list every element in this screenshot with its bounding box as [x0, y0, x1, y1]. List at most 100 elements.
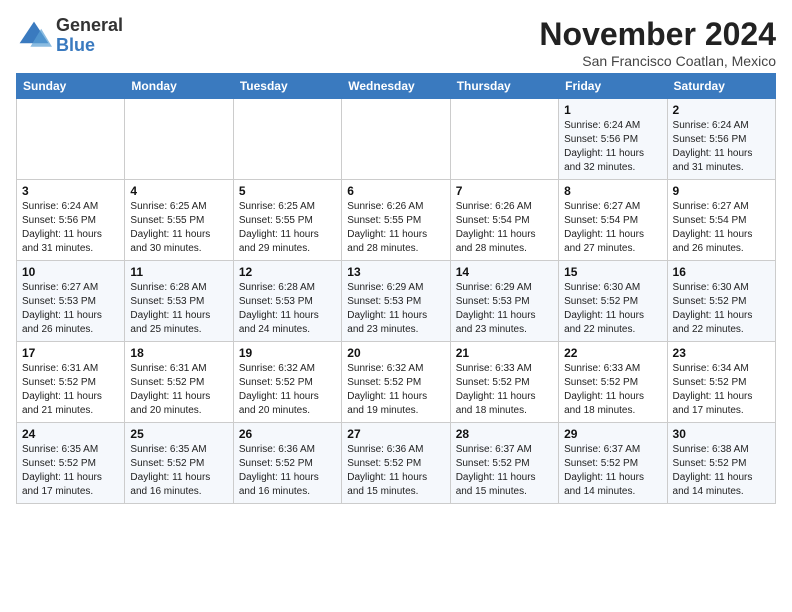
day-number: 19	[239, 346, 336, 360]
day-number: 27	[347, 427, 444, 441]
calendar-day-cell: 14 Sunrise: 6:29 AM Sunset: 5:53 PM Dayli…	[450, 261, 558, 342]
calendar-week-row: 1 Sunrise: 6:24 AM Sunset: 5:56 PM Daylig…	[17, 99, 776, 180]
day-info: Sunrise: 6:32 AM Sunset: 5:52 PM Dayligh…	[239, 362, 336, 418]
weekday-header: Friday	[559, 74, 667, 99]
calendar-day-cell: 19 Sunrise: 6:32 AM Sunset: 5:52 PM Dayli…	[233, 342, 341, 423]
calendar-day-cell: 3 Sunrise: 6:24 AM Sunset: 5:56 PM Daylig…	[17, 180, 125, 261]
calendar-day-cell: 12 Sunrise: 6:28 AM Sunset: 5:53 PM Dayli…	[233, 261, 341, 342]
day-number: 3	[22, 184, 119, 198]
day-number: 8	[564, 184, 661, 198]
day-number: 21	[456, 346, 553, 360]
location-title: San Francisco Coatlan, Mexico	[539, 53, 776, 69]
day-number: 1	[564, 103, 661, 117]
title-section: November 2024 San Francisco Coatlan, Mex…	[539, 16, 776, 69]
calendar-day-cell: 23 Sunrise: 6:34 AM Sunset: 5:52 PM Dayli…	[667, 342, 775, 423]
calendar-day-cell	[233, 99, 341, 180]
calendar-week-row: 17 Sunrise: 6:31 AM Sunset: 5:52 PM Dayli…	[17, 342, 776, 423]
calendar-day-cell: 10 Sunrise: 6:27 AM Sunset: 5:53 PM Dayli…	[17, 261, 125, 342]
logo-blue: Blue	[56, 36, 123, 56]
day-info: Sunrise: 6:29 AM Sunset: 5:53 PM Dayligh…	[456, 281, 553, 337]
weekday-header: Thursday	[450, 74, 558, 99]
calendar-day-cell: 4Sunrise: 6:25 AM Sunset: 5:55 PM Daylig…	[125, 180, 233, 261]
day-number: 5	[239, 184, 336, 198]
calendar-day-cell	[125, 99, 233, 180]
day-info: Sunrise: 6:28 AM Sunset: 5:53 PM Dayligh…	[130, 281, 227, 337]
calendar-day-cell: 21 Sunrise: 6:33 AM Sunset: 5:52 PM Dayli…	[450, 342, 558, 423]
calendar-day-cell: 18 Sunrise: 6:31 AM Sunset: 5:52 PM Dayli…	[125, 342, 233, 423]
weekday-header: Saturday	[667, 74, 775, 99]
day-number: 14	[456, 265, 553, 279]
day-number: 22	[564, 346, 661, 360]
day-number: 6	[347, 184, 444, 198]
day-info: Sunrise: 6:30 AM Sunset: 5:52 PM Dayligh…	[564, 281, 661, 337]
day-info: Sunrise: 6:27 AM Sunset: 5:53 PM Dayligh…	[22, 281, 119, 337]
day-number: 28	[456, 427, 553, 441]
page-header: General Blue November 2024 San Francisco…	[16, 16, 776, 69]
day-info: Sunrise: 6:26 AM Sunset: 5:54 PM Dayligh…	[456, 200, 553, 256]
calendar-table: SundayMondayTuesdayWednesdayThursdayFrid…	[16, 73, 776, 504]
day-number: 13	[347, 265, 444, 279]
day-number: 17	[22, 346, 119, 360]
day-number: 29	[564, 427, 661, 441]
calendar-day-cell: 15 Sunrise: 6:30 AM Sunset: 5:52 PM Dayli…	[559, 261, 667, 342]
calendar-week-row: 10 Sunrise: 6:27 AM Sunset: 5:53 PM Dayli…	[17, 261, 776, 342]
day-info: Sunrise: 6:38 AM Sunset: 5:52 PM Dayligh…	[673, 443, 770, 499]
calendar-day-cell: 6 Sunrise: 6:26 AM Sunset: 5:55 PM Daylig…	[342, 180, 450, 261]
month-title: November 2024	[539, 16, 776, 53]
calendar-day-cell: 13Sunrise: 6:29 AM Sunset: 5:53 PM Dayli…	[342, 261, 450, 342]
calendar-day-cell: 17 Sunrise: 6:31 AM Sunset: 5:52 PM Dayli…	[17, 342, 125, 423]
weekday-header: Wednesday	[342, 74, 450, 99]
day-number: 12	[239, 265, 336, 279]
day-info: Sunrise: 6:32 AM Sunset: 5:52 PM Dayligh…	[347, 362, 444, 418]
calendar-day-cell: 1 Sunrise: 6:24 AM Sunset: 5:56 PM Daylig…	[559, 99, 667, 180]
calendar-week-row: 24 Sunrise: 6:35 AM Sunset: 5:52 PM Dayli…	[17, 423, 776, 504]
day-number: 9	[673, 184, 770, 198]
day-number: 10	[22, 265, 119, 279]
calendar-day-cell	[17, 99, 125, 180]
day-info: Sunrise: 6:35 AM Sunset: 5:52 PM Dayligh…	[22, 443, 119, 499]
day-info: Sunrise: 6:27 AM Sunset: 5:54 PM Dayligh…	[673, 200, 770, 256]
day-info: Sunrise: 6:33 AM Sunset: 5:52 PM Dayligh…	[564, 362, 661, 418]
day-info: Sunrise: 6:24 AM Sunset: 5:56 PM Dayligh…	[22, 200, 119, 256]
calendar-day-cell: 9 Sunrise: 6:27 AM Sunset: 5:54 PM Daylig…	[667, 180, 775, 261]
day-number: 25	[130, 427, 227, 441]
day-number: 15	[564, 265, 661, 279]
day-info: Sunrise: 6:30 AM Sunset: 5:52 PM Dayligh…	[673, 281, 770, 337]
day-info: Sunrise: 6:37 AM Sunset: 5:52 PM Dayligh…	[564, 443, 661, 499]
day-info: Sunrise: 6:34 AM Sunset: 5:52 PM Dayligh…	[673, 362, 770, 418]
day-number: 23	[673, 346, 770, 360]
day-info: Sunrise: 6:31 AM Sunset: 5:52 PM Dayligh…	[130, 362, 227, 418]
calendar-day-cell: 29 Sunrise: 6:37 AM Sunset: 5:52 PM Dayli…	[559, 423, 667, 504]
calendar-day-cell: 22 Sunrise: 6:33 AM Sunset: 5:52 PM Dayli…	[559, 342, 667, 423]
calendar-day-cell: 5Sunrise: 6:25 AM Sunset: 5:55 PM Daylig…	[233, 180, 341, 261]
logo-general: General	[56, 16, 123, 36]
day-info: Sunrise: 6:35 AM Sunset: 5:52 PM Dayligh…	[130, 443, 227, 499]
logo-icon	[16, 18, 52, 54]
day-info: Sunrise: 6:31 AM Sunset: 5:52 PM Dayligh…	[22, 362, 119, 418]
weekday-header-row: SundayMondayTuesdayWednesdayThursdayFrid…	[17, 74, 776, 99]
day-info: Sunrise: 6:28 AM Sunset: 5:53 PM Dayligh…	[239, 281, 336, 337]
day-number: 26	[239, 427, 336, 441]
day-number: 24	[22, 427, 119, 441]
calendar-day-cell: 26 Sunrise: 6:36 AM Sunset: 5:52 PM Dayli…	[233, 423, 341, 504]
calendar-day-cell	[342, 99, 450, 180]
day-info: Sunrise: 6:36 AM Sunset: 5:52 PM Dayligh…	[239, 443, 336, 499]
calendar-day-cell: 27Sunrise: 6:36 AM Sunset: 5:52 PM Dayli…	[342, 423, 450, 504]
day-info: Sunrise: 6:24 AM Sunset: 5:56 PM Dayligh…	[673, 119, 770, 175]
day-info: Sunrise: 6:33 AM Sunset: 5:52 PM Dayligh…	[456, 362, 553, 418]
calendar-day-cell	[450, 99, 558, 180]
day-number: 18	[130, 346, 227, 360]
day-info: Sunrise: 6:24 AM Sunset: 5:56 PM Dayligh…	[564, 119, 661, 175]
day-info: Sunrise: 6:27 AM Sunset: 5:54 PM Dayligh…	[564, 200, 661, 256]
calendar-day-cell: 2Sunrise: 6:24 AM Sunset: 5:56 PM Daylig…	[667, 99, 775, 180]
day-number: 4	[130, 184, 227, 198]
weekday-header: Monday	[125, 74, 233, 99]
day-info: Sunrise: 6:26 AM Sunset: 5:55 PM Dayligh…	[347, 200, 444, 256]
calendar-body: 1 Sunrise: 6:24 AM Sunset: 5:56 PM Daylig…	[17, 99, 776, 504]
calendar-day-cell: 7Sunrise: 6:26 AM Sunset: 5:54 PM Daylig…	[450, 180, 558, 261]
day-number: 30	[673, 427, 770, 441]
calendar-week-row: 3 Sunrise: 6:24 AM Sunset: 5:56 PM Daylig…	[17, 180, 776, 261]
day-info: Sunrise: 6:37 AM Sunset: 5:52 PM Dayligh…	[456, 443, 553, 499]
calendar-day-cell: 28 Sunrise: 6:37 AM Sunset: 5:52 PM Dayli…	[450, 423, 558, 504]
calendar-day-cell: 25 Sunrise: 6:35 AM Sunset: 5:52 PM Dayli…	[125, 423, 233, 504]
